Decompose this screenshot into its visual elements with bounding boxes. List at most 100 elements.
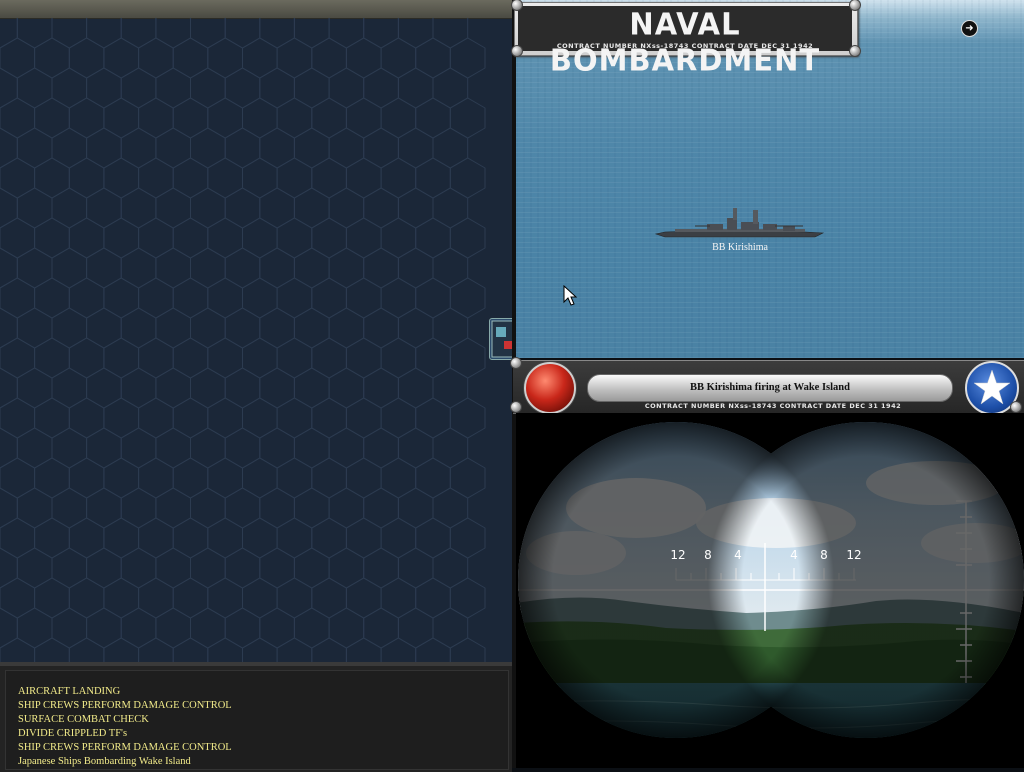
hex-cell[interactable] xyxy=(0,637,36,662)
hex-cell[interactable] xyxy=(345,337,382,379)
hex-cell[interactable] xyxy=(207,637,243,662)
hex-cell[interactable] xyxy=(120,127,157,169)
hex-cell[interactable] xyxy=(86,67,122,109)
hex-cell[interactable] xyxy=(311,37,347,79)
hex-cell[interactable] xyxy=(34,37,70,79)
hex-cell[interactable] xyxy=(68,217,105,259)
hex-cell[interactable] xyxy=(120,307,157,349)
hex-cell[interactable] xyxy=(276,157,313,199)
hex-cell[interactable] xyxy=(242,457,278,499)
hex-cell[interactable] xyxy=(311,337,347,379)
hex-cell[interactable] xyxy=(224,427,261,469)
hex-cell[interactable] xyxy=(415,217,451,259)
hex-cell[interactable] xyxy=(172,517,209,559)
hex-cell[interactable] xyxy=(207,97,243,139)
hex-cell[interactable] xyxy=(120,487,157,529)
hex-cell[interactable] xyxy=(120,367,157,409)
hex-cell[interactable] xyxy=(0,607,18,649)
hex-cell[interactable] xyxy=(172,577,209,619)
hex-cell[interactable] xyxy=(242,157,278,199)
hex-cell[interactable] xyxy=(345,37,382,79)
hex-cell[interactable] xyxy=(328,187,365,229)
hex-cell[interactable] xyxy=(432,487,469,529)
hex-cell[interactable] xyxy=(34,277,70,319)
hex-cell[interactable] xyxy=(415,97,451,139)
hex-cell[interactable] xyxy=(16,367,53,409)
hex-cell[interactable] xyxy=(259,307,295,349)
hex-cell[interactable] xyxy=(311,217,347,259)
hex-cell[interactable] xyxy=(276,457,313,499)
hex-cell[interactable] xyxy=(207,337,243,379)
hex-cell[interactable] xyxy=(138,397,174,439)
hex-cell[interactable] xyxy=(0,37,36,79)
hex-cell[interactable] xyxy=(0,127,18,169)
hex-cell[interactable] xyxy=(207,37,243,79)
hex-cell[interactable] xyxy=(415,157,451,199)
red-button-icon[interactable] xyxy=(524,362,576,414)
hex-cell[interactable] xyxy=(155,427,191,469)
hex-cell[interactable] xyxy=(449,97,486,139)
hex-cell[interactable] xyxy=(224,247,261,289)
hex-cell[interactable] xyxy=(380,277,417,319)
hex-cell[interactable] xyxy=(397,547,434,589)
hex-cell[interactable] xyxy=(293,427,330,469)
hex-cell[interactable] xyxy=(16,487,53,529)
hex-cell[interactable] xyxy=(259,127,295,169)
hex-cell[interactable] xyxy=(311,97,347,139)
hex-cell[interactable] xyxy=(311,577,347,619)
next-arrow-button[interactable]: ➜ xyxy=(961,20,978,37)
hex-cell[interactable] xyxy=(380,157,417,199)
hex-cell[interactable] xyxy=(242,397,278,439)
hex-cell[interactable] xyxy=(120,607,157,649)
hex-cell[interactable] xyxy=(449,217,486,259)
hex-cell[interactable] xyxy=(449,577,486,619)
hex-cell[interactable] xyxy=(449,517,486,559)
hex-cell[interactable] xyxy=(103,277,140,319)
hex-cell[interactable] xyxy=(397,307,434,349)
hex-cell[interactable] xyxy=(328,547,365,589)
hex-cell[interactable] xyxy=(449,157,486,199)
hex-cell[interactable] xyxy=(190,187,226,229)
hex-cell[interactable] xyxy=(311,517,347,559)
hex-cell[interactable] xyxy=(0,397,36,439)
hex-cell[interactable] xyxy=(34,457,70,499)
hex-cell[interactable] xyxy=(207,457,243,499)
hex-cell[interactable] xyxy=(328,67,365,109)
hex-cell[interactable] xyxy=(172,277,209,319)
hex-cell[interactable] xyxy=(207,397,243,439)
hex-cell[interactable] xyxy=(16,607,53,649)
hex-cell[interactable] xyxy=(34,97,70,139)
hex-cell[interactable] xyxy=(138,517,174,559)
hex-cell[interactable] xyxy=(16,427,53,469)
hex-cell[interactable] xyxy=(68,397,105,439)
hex-cell[interactable] xyxy=(432,607,469,649)
hex-cell[interactable] xyxy=(0,487,18,529)
hex-cell[interactable] xyxy=(224,547,261,589)
hex-cell[interactable] xyxy=(0,427,18,469)
hex-cell[interactable] xyxy=(172,397,209,439)
hex-cell[interactable] xyxy=(415,577,451,619)
hex-cell[interactable] xyxy=(449,37,486,79)
hex-cell[interactable] xyxy=(51,607,88,649)
hex-cell[interactable] xyxy=(103,577,140,619)
hex-cell[interactable] xyxy=(86,367,122,409)
hex-cell[interactable] xyxy=(432,18,469,49)
hex-cell[interactable] xyxy=(449,337,486,379)
hex-cell[interactable] xyxy=(276,217,313,259)
hex-cell[interactable] xyxy=(51,187,88,229)
hex-cell[interactable] xyxy=(0,337,36,379)
hex-cell[interactable] xyxy=(397,427,434,469)
hex-cell[interactable] xyxy=(259,367,295,409)
hex-cell[interactable] xyxy=(172,97,209,139)
hex-cell[interactable] xyxy=(0,307,18,349)
hex-cell[interactable] xyxy=(345,517,382,559)
hex-map[interactable] xyxy=(0,0,512,662)
hex-cell[interactable] xyxy=(0,247,18,289)
hex-cell[interactable] xyxy=(311,157,347,199)
hex-cell[interactable] xyxy=(449,397,486,439)
hex-cell[interactable] xyxy=(242,337,278,379)
hex-cell[interactable] xyxy=(242,517,278,559)
hex-cell[interactable] xyxy=(242,277,278,319)
hex-cell[interactable] xyxy=(68,577,105,619)
hex-cell[interactable] xyxy=(345,457,382,499)
